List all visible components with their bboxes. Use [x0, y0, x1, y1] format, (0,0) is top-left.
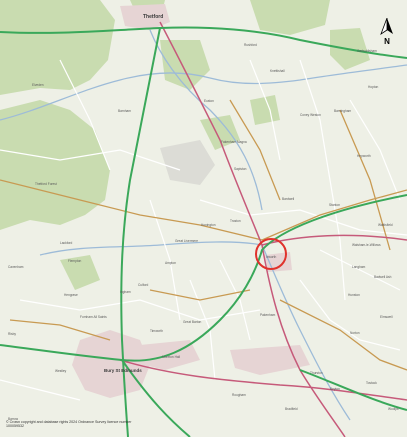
label-knettishall: Knettishall [270, 69, 285, 73]
label-stanton: Stanton [329, 203, 340, 207]
label-elmswell: Elmswell [380, 315, 393, 319]
label-risby: Risby [8, 332, 16, 336]
label-fornham: Fornham All Saints [80, 315, 107, 319]
label-bradfield: Bradfield [285, 407, 298, 411]
label-fakenham: Fakenham Magna [221, 140, 247, 144]
north-label: N [384, 37, 390, 46]
label-bardwell: Bardwell [282, 197, 295, 201]
label-moreton-hall: Moreton Hall [162, 355, 180, 359]
label-badwell-ash: Badwell Ash [374, 275, 392, 279]
label-coney-weston: Coney Weston [300, 113, 321, 117]
label-wattisfield: Wattisfield [378, 223, 393, 227]
label-timworth: Timworth [150, 329, 163, 333]
map-canvas[interactable]: Thetford Bury St Edmunds Ixworth Stanton… [0, 0, 407, 437]
label-hunston: Hunston [348, 293, 360, 297]
label-garboldisham: Garboldisham [357, 49, 377, 53]
label-troston: Troston [230, 219, 241, 223]
label-tostock: Tostock [366, 381, 377, 385]
label-culford: Culford [138, 283, 149, 287]
label-sapiston: Sapiston [234, 167, 247, 171]
label-woolpit: Woolpit [388, 407, 399, 411]
copyright-attribution: © Crown copyright and database rights 20… [6, 419, 132, 428]
label-barnham: Barnham [118, 109, 131, 113]
label-thetford: Thetford [143, 14, 163, 20]
label-great-livermere: Great Livermere [175, 239, 198, 243]
north-arrow-icon: N [380, 18, 393, 46]
label-lackford: Lackford [60, 241, 72, 245]
map-view[interactable]: Thetford Bury St Edmunds Ixworth Stanton… [0, 0, 407, 437]
label-bury: Bury St Edmunds [104, 368, 142, 373]
label-hepworth: Hepworth [357, 154, 371, 158]
label-great-barton: Great Barton [183, 320, 201, 324]
label-brandon-forest: Thetford Forest [35, 182, 57, 186]
label-pakenham: Pakenham [260, 313, 276, 317]
label-ingham: Ingham [120, 290, 131, 294]
label-ampton: Ampton [165, 261, 176, 265]
label-barningham: Barningham [334, 109, 352, 113]
label-rushford: Rushford [244, 43, 257, 47]
label-honington: Honington [201, 223, 216, 227]
label-norton: Norton [350, 331, 360, 335]
label-rougham: Rougham [232, 393, 246, 397]
label-walsham: Walsham-le-Willows [352, 243, 381, 247]
label-westley: Westley [55, 369, 67, 373]
north-arrow: N [379, 18, 395, 46]
label-ixworth: Ixworth [266, 255, 277, 259]
label-beyton: Beyton [330, 387, 340, 391]
label-flempton: Flempton [68, 259, 82, 263]
label-cavenham: Cavenham [8, 265, 24, 269]
label-euston: Euston [204, 99, 214, 103]
label-thurston: Thurston [310, 371, 323, 375]
label-langham: Langham [352, 265, 366, 269]
label-hopton: Hopton [368, 85, 379, 89]
label-elveden: Elveden [32, 83, 44, 87]
label-hengrave: Hengrave [64, 293, 78, 297]
